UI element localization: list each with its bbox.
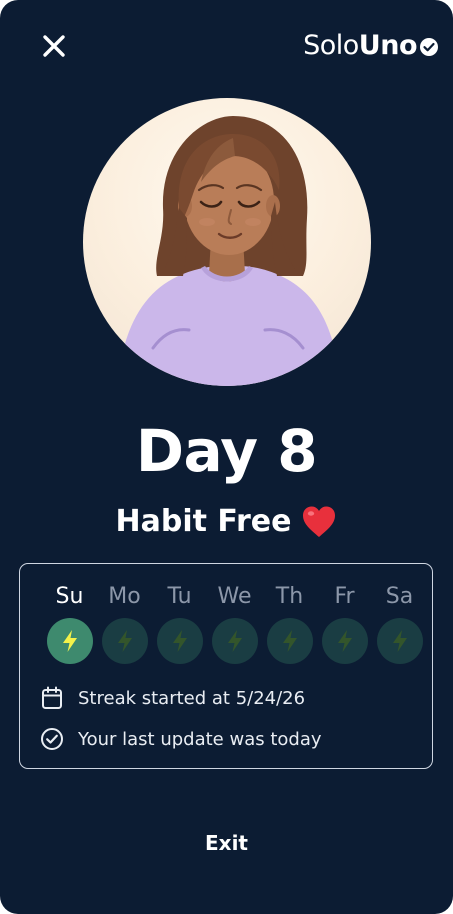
soluno-logo: Solo Uno: [303, 30, 439, 61]
day-label: Fr: [334, 584, 355, 609]
lightning-bolt-icon: [117, 630, 132, 652]
meditating-woman-illustration: [117, 116, 341, 386]
habit-status-label: Habit Free: [115, 504, 292, 539]
heart-icon: [303, 506, 336, 537]
day-we: We: [207, 582, 262, 664]
streak-start-row: Streak started at 5/24/26: [40, 686, 305, 710]
day-status-pending: [156, 618, 203, 664]
day-label: Mo: [108, 584, 141, 609]
streak-card: Su Mo Tu We Th Fr Sa Streak started at 5…: [19, 563, 433, 769]
streak-screen: Solo Uno Day 8 Habit Free Su Mo Tu We Th…: [0, 0, 453, 914]
day-label: We: [217, 584, 252, 609]
logo-text-uno: Uno: [358, 30, 418, 61]
day-th: Th: [262, 582, 317, 664]
lightning-bolt-icon: [227, 630, 242, 652]
day-fr: Fr: [317, 582, 372, 664]
lightning-bolt-icon: [392, 630, 407, 652]
day-label: Tu: [167, 584, 192, 609]
check-circle-icon: [420, 37, 438, 56]
day-sa: Sa: [372, 582, 427, 664]
day-mo: Mo: [97, 582, 152, 664]
calendar-icon: [40, 686, 64, 710]
day-label: Sa: [385, 584, 414, 609]
day-label: Su: [55, 584, 84, 609]
day-su: Su: [42, 582, 97, 664]
last-update-text: Your last update was today: [78, 728, 322, 750]
day-status-pending: [101, 618, 148, 664]
lightning-bolt-icon: [62, 630, 77, 652]
last-update-row: Your last update was today: [40, 727, 322, 751]
day-status-pending: [321, 618, 368, 664]
avatar: [83, 98, 371, 386]
lightning-bolt-icon: [172, 630, 187, 652]
day-tu: Tu: [152, 582, 207, 664]
close-icon: [43, 35, 65, 57]
day-status-pending: [211, 618, 258, 664]
logo-text-solo: Solo: [303, 30, 359, 61]
streak-start-text: Streak started at 5/24/26: [78, 687, 306, 709]
week-days-row: Su Mo Tu We Th Fr Sa: [42, 582, 427, 664]
exit-button[interactable]: Exit: [0, 828, 453, 858]
day-status-completed: [46, 618, 93, 664]
check-circle-icon: [40, 727, 64, 751]
day-label: Th: [275, 584, 304, 609]
lightning-bolt-icon: [282, 630, 297, 652]
day-status-pending: [266, 618, 313, 664]
close-button[interactable]: [38, 30, 70, 62]
day-status-pending: [376, 618, 423, 664]
lightning-bolt-icon: [337, 630, 352, 652]
habit-status: Habit Free: [0, 500, 453, 544]
day-title: Day 8: [135, 417, 318, 485]
